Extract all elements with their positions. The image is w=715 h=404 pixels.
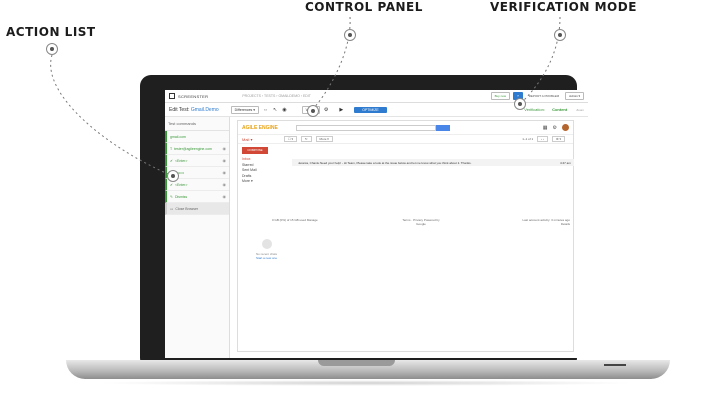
action-list-line	[50, 54, 174, 177]
verification-mode-marker	[514, 98, 526, 110]
verification-mode-line	[519, 16, 561, 105]
action-list-marker-top	[46, 43, 58, 55]
callout-lines	[50, 16, 561, 177]
control-panel-marker-top	[344, 29, 356, 41]
action-list-marker	[167, 170, 179, 182]
verification-mode-marker-top	[554, 29, 566, 41]
control-panel-marker	[307, 105, 319, 117]
